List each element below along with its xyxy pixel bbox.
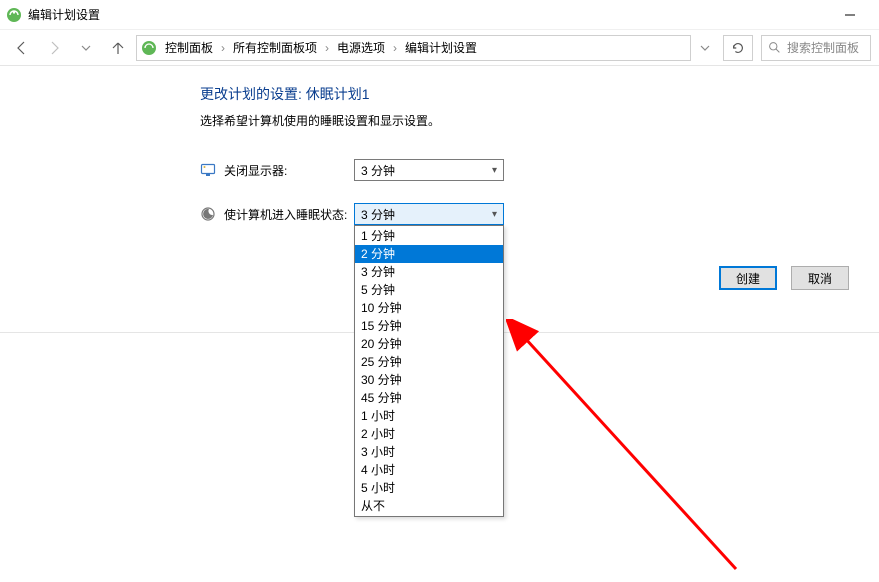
display-off-label: 关闭显示器: <box>224 162 354 179</box>
chevron-right-icon: › <box>389 41 401 55</box>
content-area: 更改计划的设置: 休眠计划1 选择希望计算机使用的睡眠设置和显示设置。 关闭显示… <box>0 66 879 225</box>
sleep-option[interactable]: 5 分钟 <box>355 281 503 299</box>
minimize-button[interactable] <box>827 0 873 30</box>
sleep-value: 3 分钟 <box>361 206 395 223</box>
display-off-value: 3 分钟 <box>361 162 395 179</box>
button-row: 创建 取消 <box>719 266 849 290</box>
sleep-option[interactable]: 15 分钟 <box>355 317 503 335</box>
setting-row-sleep: 使计算机进入睡眠状态: 3 分钟 ▾ 1 分钟2 分钟3 分钟5 分钟10 分钟… <box>200 203 780 225</box>
breadcrumb-item[interactable]: 电源选项 <box>335 39 387 56</box>
app-icon <box>6 7 22 23</box>
sleep-option[interactable]: 3 分钟 <box>355 263 503 281</box>
breadcrumb-item[interactable]: 控制面板 <box>163 39 215 56</box>
sleep-option[interactable]: 4 小时 <box>355 461 503 479</box>
address-dropdown-button[interactable] <box>695 34 715 62</box>
setting-row-display-off: 关闭显示器: 3 分钟 ▾ <box>200 159 780 181</box>
sleep-select[interactable]: 3 分钟 ▾ 1 分钟2 分钟3 分钟5 分钟10 分钟15 分钟20 分钟25… <box>354 203 504 225</box>
page-heading: 更改计划的设置: 休眠计划1 <box>200 84 780 104</box>
search-icon <box>768 41 781 54</box>
breadcrumb-item[interactable]: 所有控制面板项 <box>231 39 319 56</box>
chevron-down-icon: ▾ <box>492 165 497 176</box>
sleep-option[interactable]: 20 分钟 <box>355 335 503 353</box>
sleep-option[interactable]: 10 分钟 <box>355 299 503 317</box>
chevron-right-icon: › <box>321 41 333 55</box>
moon-icon <box>200 206 216 222</box>
create-button-label: 创建 <box>736 270 760 287</box>
monitor-icon <box>200 162 216 178</box>
titlebar: 编辑计划设置 <box>0 0 879 30</box>
search-input[interactable]: 搜索控制面板 <box>761 35 871 61</box>
sleep-option[interactable]: 2 小时 <box>355 425 503 443</box>
navbar: 控制面板 › 所有控制面板项 › 电源选项 › 编辑计划设置 搜索控制面板 <box>0 30 879 66</box>
nav-forward-button[interactable] <box>40 34 68 62</box>
nav-up-button[interactable] <box>104 34 132 62</box>
sleep-dropdown[interactable]: 1 分钟2 分钟3 分钟5 分钟10 分钟15 分钟20 分钟25 分钟30 分… <box>354 225 504 517</box>
display-off-select[interactable]: 3 分钟 ▾ <box>354 159 504 181</box>
sleep-option[interactable]: 45 分钟 <box>355 389 503 407</box>
cancel-button[interactable]: 取消 <box>791 266 849 290</box>
refresh-button[interactable] <box>723 35 753 61</box>
breadcrumb-item[interactable]: 编辑计划设置 <box>403 39 479 56</box>
create-button[interactable]: 创建 <box>719 266 777 290</box>
search-placeholder: 搜索控制面板 <box>787 39 859 56</box>
sleep-option[interactable]: 30 分钟 <box>355 371 503 389</box>
sleep-option[interactable]: 25 分钟 <box>355 353 503 371</box>
sleep-option[interactable]: 1 分钟 <box>355 227 503 245</box>
sleep-option[interactable]: 3 小时 <box>355 443 503 461</box>
sleep-label: 使计算机进入睡眠状态: <box>224 206 354 223</box>
sleep-option[interactable]: 5 小时 <box>355 479 503 497</box>
address-icon <box>141 40 157 56</box>
window-title: 编辑计划设置 <box>28 6 100 23</box>
sleep-option[interactable]: 2 分钟 <box>355 245 503 263</box>
sleep-option[interactable]: 从不 <box>355 497 503 515</box>
chevron-right-icon: › <box>217 41 229 55</box>
cancel-button-label: 取消 <box>808 270 832 287</box>
chevron-down-icon: ▾ <box>492 209 497 220</box>
nav-back-button[interactable] <box>8 34 36 62</box>
nav-recent-button[interactable] <box>72 34 100 62</box>
page-subtext: 选择希望计算机使用的睡眠设置和显示设置。 <box>200 112 780 129</box>
sleep-option[interactable]: 1 小时 <box>355 407 503 425</box>
address-bar[interactable]: 控制面板 › 所有控制面板项 › 电源选项 › 编辑计划设置 <box>136 35 691 61</box>
annotation-arrow <box>506 319 766 579</box>
